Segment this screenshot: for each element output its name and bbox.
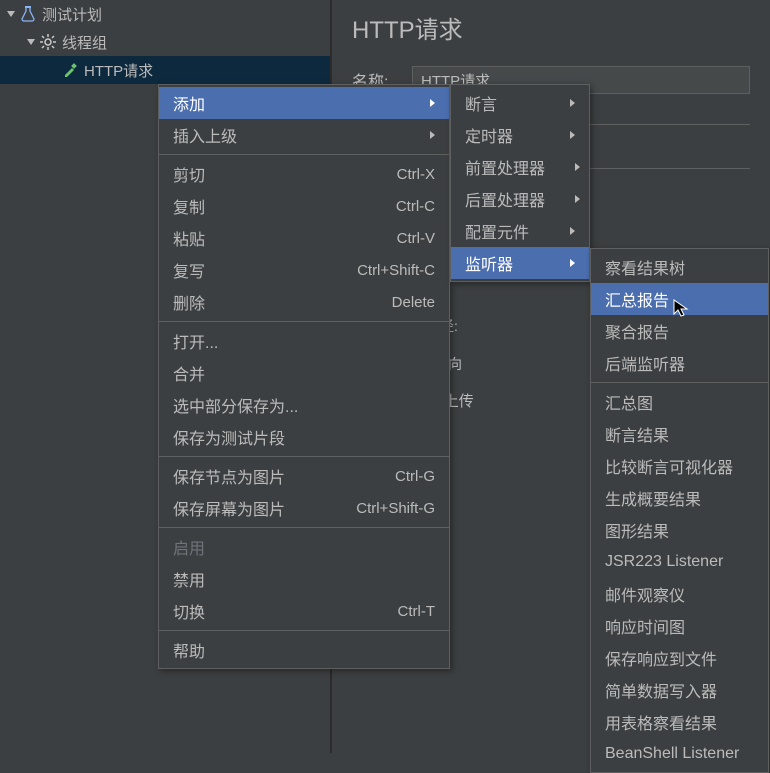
tree-row-plan[interactable]: 测试计划	[0, 0, 330, 28]
pipette-icon	[62, 62, 78, 78]
menu-item-jsr223-listener[interactable]: JSR223 Listener	[591, 546, 768, 578]
menu-item-response-time-graph[interactable]: 响应时间图	[591, 610, 768, 642]
separator	[159, 630, 449, 631]
menu-item-save-fragment[interactable]: 保存为测试片段	[159, 421, 449, 453]
submenu-add: 断言 定时器 前置处理器 后置处理器 配置元件 监听器	[450, 84, 590, 282]
tree-row-http[interactable]: HTTP请求	[0, 56, 330, 84]
menu-item-add[interactable]: 添加	[159, 87, 449, 119]
menu-item-paste[interactable]: 粘贴Ctrl-V	[159, 222, 449, 254]
menu-item-merge[interactable]: 合并	[159, 357, 449, 389]
menu-item-comparison-visualizer[interactable]: 比较断言可视化器	[591, 450, 768, 482]
menu-item-save-selection[interactable]: 选中部分保存为...	[159, 389, 449, 421]
menu-item-summary-graph[interactable]: 汇总图	[591, 386, 768, 418]
menu-item-save-responses[interactable]: 保存响应到文件	[591, 642, 768, 674]
menu-item-view-results-tree[interactable]: 察看结果树	[591, 251, 768, 283]
separator	[159, 154, 449, 155]
menu-item-beanshell-listener[interactable]: BeanShell Listener	[591, 738, 768, 770]
menu-item-graph-results[interactable]: 图形结果	[591, 514, 768, 546]
menu-item-postprocessors[interactable]: 后置处理器	[451, 183, 589, 215]
menu-item-copy[interactable]: 复制Ctrl-C	[159, 190, 449, 222]
chevron-right-icon	[430, 99, 435, 107]
context-menu: 添加 插入上级 剪切Ctrl-X 复制Ctrl-C 粘贴Ctrl-V 复写Ctr…	[158, 84, 450, 669]
flask-icon	[20, 6, 36, 22]
menu-item-duplicate[interactable]: 复写Ctrl+Shift-C	[159, 254, 449, 286]
menu-item-delete[interactable]: 删除Delete	[159, 286, 449, 318]
menu-item-assertions[interactable]: 断言	[451, 87, 589, 119]
menu-item-cut[interactable]: 剪切Ctrl-X	[159, 158, 449, 190]
chevron-down-icon	[26, 37, 36, 47]
menu-item-simple-data-writer[interactable]: 简单数据写入器	[591, 674, 768, 706]
menu-item-listeners[interactable]: 监听器	[451, 247, 589, 279]
submenu-listeners: 察看结果树 汇总报告 聚合报告 后端监听器 汇总图 断言结果 比较断言可视化器 …	[590, 248, 769, 773]
separator	[159, 321, 449, 322]
menu-item-aggregate-report[interactable]: 聚合报告	[591, 315, 768, 347]
menu-item-generate-summary[interactable]: 生成概要结果	[591, 482, 768, 514]
tree-row-group[interactable]: 线程组	[0, 28, 330, 56]
chevron-right-icon	[575, 163, 580, 171]
separator	[591, 382, 768, 383]
gear-icon	[40, 34, 56, 50]
tree-label: 线程组	[62, 32, 107, 53]
menu-item-help[interactable]: 帮助	[159, 634, 449, 666]
menu-item-insert-parent[interactable]: 插入上级	[159, 119, 449, 151]
menu-item-view-results-table[interactable]: 用表格察看结果	[591, 706, 768, 738]
menu-item-enable: 启用	[159, 531, 449, 563]
separator	[159, 456, 449, 457]
menu-item-open[interactable]: 打开...	[159, 325, 449, 357]
menu-item-mailer-visualizer[interactable]: 邮件观察仪	[591, 578, 768, 610]
menu-item-save-node-image[interactable]: 保存节点为图片Ctrl-G	[159, 460, 449, 492]
tree-label: 测试计划	[42, 4, 102, 25]
menu-item-assertion-results[interactable]: 断言结果	[591, 418, 768, 450]
menu-item-timers[interactable]: 定时器	[451, 119, 589, 151]
menu-item-save-screen-image[interactable]: 保存屏幕为图片Ctrl+Shift-G	[159, 492, 449, 524]
menu-item-toggle[interactable]: 切换Ctrl-T	[159, 595, 449, 627]
page-title: HTTP请求	[352, 10, 750, 45]
menu-item-summary-report[interactable]: 汇总报告	[591, 283, 768, 315]
chevron-right-icon	[570, 227, 575, 235]
menu-item-backend-listener[interactable]: 后端监听器	[591, 347, 768, 379]
chevron-right-icon	[570, 99, 575, 107]
menu-item-preprocessors[interactable]: 前置处理器	[451, 151, 589, 183]
menu-item-disable[interactable]: 禁用	[159, 563, 449, 595]
chevron-right-icon	[430, 131, 435, 139]
chevron-right-icon	[575, 195, 580, 203]
chevron-down-icon	[6, 9, 16, 19]
chevron-right-icon	[570, 131, 575, 139]
menu-item-config[interactable]: 配置元件	[451, 215, 589, 247]
separator	[159, 527, 449, 528]
chevron-right-icon	[570, 259, 575, 267]
tree-label: HTTP请求	[84, 60, 153, 81]
